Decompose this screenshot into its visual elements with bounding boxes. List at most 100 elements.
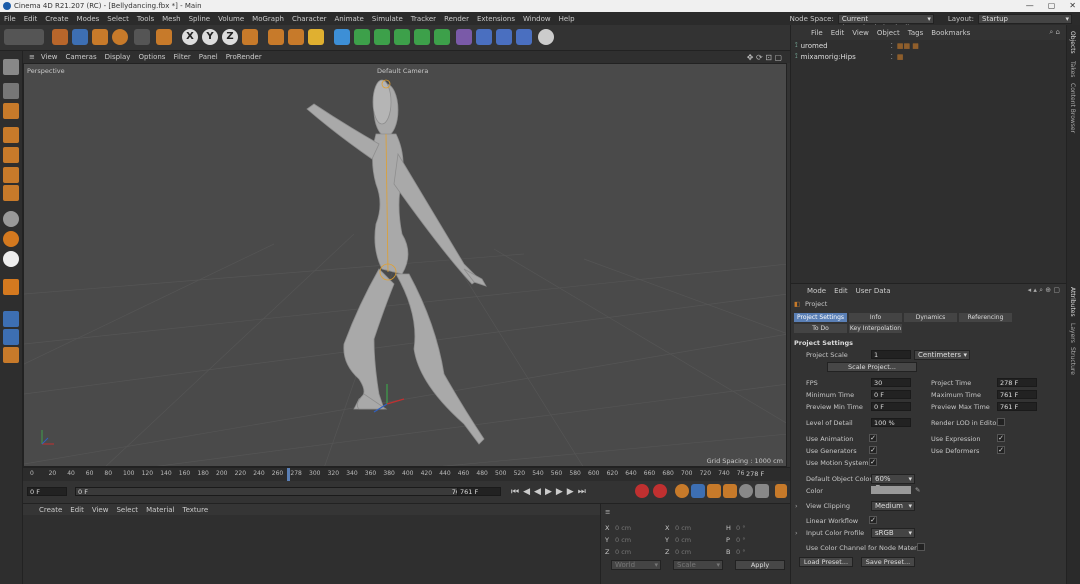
keyframe-selection-icon[interactable] (675, 484, 689, 498)
render-lod-checkbox[interactable] (997, 418, 1005, 426)
viewport-menu-cameras[interactable]: Cameras (66, 53, 97, 61)
3d-viewport[interactable]: Perspective Default Camera Grid Spacing … (23, 63, 787, 467)
material-menu-edit[interactable]: Edit (70, 506, 84, 514)
viewport-canvas[interactable] (24, 64, 787, 467)
side-tab-layers[interactable]: Layers (1069, 323, 1076, 343)
coordinate-system-icon[interactable] (242, 29, 258, 45)
minimize-button[interactable]: — (1026, 0, 1034, 12)
use-motion-system-checkbox[interactable]: ✓ (869, 458, 877, 466)
preview-max-field[interactable]: 761 F (997, 402, 1037, 411)
start-frame-field[interactable]: 0 F (27, 487, 67, 496)
model-mode-icon[interactable] (3, 59, 19, 75)
snap-settings-icon[interactable] (3, 231, 19, 247)
menu-modes[interactable]: Modes (77, 15, 100, 23)
use-animation-checkbox[interactable]: ✓ (869, 434, 877, 442)
object-menu-file[interactable]: File (811, 29, 823, 37)
coords-y-pos-value[interactable]: 0 cm (615, 536, 631, 544)
menu-tracker[interactable]: Tracker (411, 15, 436, 23)
object-row-uromed[interactable]: ⟟ uromed ⁚ ▦▦ ▦ (791, 40, 1066, 51)
attr-menu-user-data[interactable]: User Data (856, 287, 891, 295)
input-profile-expand-icon[interactable]: › (795, 529, 798, 537)
side-tab-structure[interactable]: Structure (1069, 347, 1076, 375)
object-menu-edit[interactable]: Edit (831, 29, 845, 37)
viewport-menu-panel[interactable]: Panel (199, 53, 218, 61)
subdivision-surface-icon[interactable] (374, 29, 390, 45)
edges-mode-icon[interactable] (3, 147, 19, 163)
pen-spline-icon[interactable] (354, 29, 370, 45)
menu-simulate[interactable]: Simulate (372, 15, 403, 23)
record-icon[interactable] (635, 484, 649, 498)
tab-to-do[interactable]: To Do (794, 324, 847, 333)
material-menu-view[interactable]: View (92, 506, 109, 514)
coords-p-value[interactable]: 0 ° (736, 536, 745, 544)
viewport-menu-display[interactable]: Display (105, 53, 131, 61)
key-param-icon[interactable] (739, 484, 753, 498)
object-name[interactable]: uromed (801, 42, 871, 50)
texture-mode-icon[interactable] (3, 103, 19, 119)
project-scale-field[interactable]: 1 (871, 350, 911, 359)
tab-info[interactable]: Info (849, 313, 902, 322)
visibility-dots-icon[interactable]: ⁚ (891, 42, 893, 50)
side-tab-takes[interactable]: Takes (1069, 61, 1076, 77)
key-scale-icon[interactable] (707, 484, 721, 498)
playback-controls-icon[interactable]: ⏮◀◀▶▶▶⏭ (511, 487, 590, 497)
cube-primitive-icon[interactable] (334, 29, 350, 45)
autokey-icon[interactable] (653, 484, 667, 498)
tab-key-interpolation[interactable]: Key Interpolation (849, 324, 902, 333)
bend-deformer-icon[interactable] (394, 29, 410, 45)
scale-tool-icon[interactable] (92, 29, 108, 45)
material-menu-create[interactable]: Create (39, 506, 62, 514)
coords-z-size-value[interactable]: 0 cm (675, 548, 691, 556)
key-rotation-icon[interactable] (723, 484, 737, 498)
workplane-icon[interactable] (3, 251, 19, 267)
menu-tools[interactable]: Tools (137, 15, 154, 23)
move-tool-icon[interactable] (72, 29, 88, 45)
menu-help[interactable]: Help (559, 15, 575, 23)
use-expression-checkbox[interactable]: ✓ (997, 434, 1005, 442)
render-to-picture-viewer-icon[interactable] (288, 29, 304, 45)
tab-dynamics[interactable]: Dynamics (904, 313, 957, 322)
locked-workplane-icon[interactable] (3, 279, 19, 295)
cloner-icon[interactable] (414, 29, 430, 45)
field-icon[interactable] (456, 29, 472, 45)
frame-range-slider[interactable]: 0 F 761 F (75, 487, 475, 496)
key-position-icon[interactable] (691, 484, 705, 498)
viewport-nav-icons[interactable]: ✥ ⟳ ⊡ ▢ (747, 53, 782, 62)
material-menu-select[interactable]: Select (116, 506, 138, 514)
menu-file[interactable]: File (4, 15, 16, 23)
object-tags-icon[interactable]: ▦▦ ▦ (897, 42, 919, 50)
viewport-menu-filter[interactable]: Filter (173, 53, 190, 61)
use-generators-checkbox[interactable]: ✓ (869, 446, 877, 454)
color-swatch[interactable] (871, 486, 911, 494)
project-scale-unit-dropdown[interactable]: Centimeters (914, 350, 970, 360)
object-manager-search-icon[interactable]: ⌕ ⌂ (1049, 28, 1060, 37)
object-menu-tags[interactable]: Tags (908, 29, 924, 37)
fracture-icon[interactable] (434, 29, 450, 45)
coords-world-dropdown[interactable]: World (611, 560, 661, 570)
menu-render[interactable]: Render (444, 15, 469, 23)
timeline-ruler[interactable]: 0 20 40 60 80 100 120 140 160 180 200 220 240 260 278 3… (23, 467, 790, 482)
object-menu-bookmarks[interactable]: Bookmarks (931, 29, 970, 37)
material-menu-material[interactable]: Material (146, 506, 174, 514)
material-menu-texture[interactable]: Texture (183, 506, 209, 514)
camera-icon[interactable] (496, 29, 512, 45)
color-picker-icon[interactable]: ✎ (915, 486, 920, 494)
key-pla-icon[interactable] (755, 484, 769, 498)
menu-create[interactable]: Create (45, 15, 68, 23)
attr-nav-icons[interactable]: ◂ ▴ ⌕ ⊕ ▢ (1028, 286, 1060, 295)
grid-icon[interactable] (3, 311, 19, 327)
use-color-channel-checkbox[interactable] (917, 543, 925, 551)
attr-menu-edit[interactable]: Edit (834, 287, 848, 295)
use-deformers-checkbox[interactable]: ✓ (997, 446, 1005, 454)
add-tool-icon[interactable] (156, 29, 172, 45)
coords-y-size-value[interactable]: 0 cm (675, 536, 691, 544)
undo-redo-icon[interactable] (4, 29, 44, 45)
polygons-mode-icon[interactable] (3, 167, 19, 183)
object-menu-view[interactable]: View (852, 29, 869, 37)
side-tab-content-browser[interactable]: Content Browser (1069, 83, 1076, 133)
viewport-menu-view[interactable]: View (41, 53, 58, 61)
object-row-mixamorig-hips[interactable]: ⟟ mixamorig:Hips ⁚ ▦ (791, 51, 1066, 62)
menu-extensions[interactable]: Extensions (477, 15, 515, 23)
sky-icon[interactable] (516, 29, 532, 45)
brace-icon[interactable] (3, 347, 19, 363)
